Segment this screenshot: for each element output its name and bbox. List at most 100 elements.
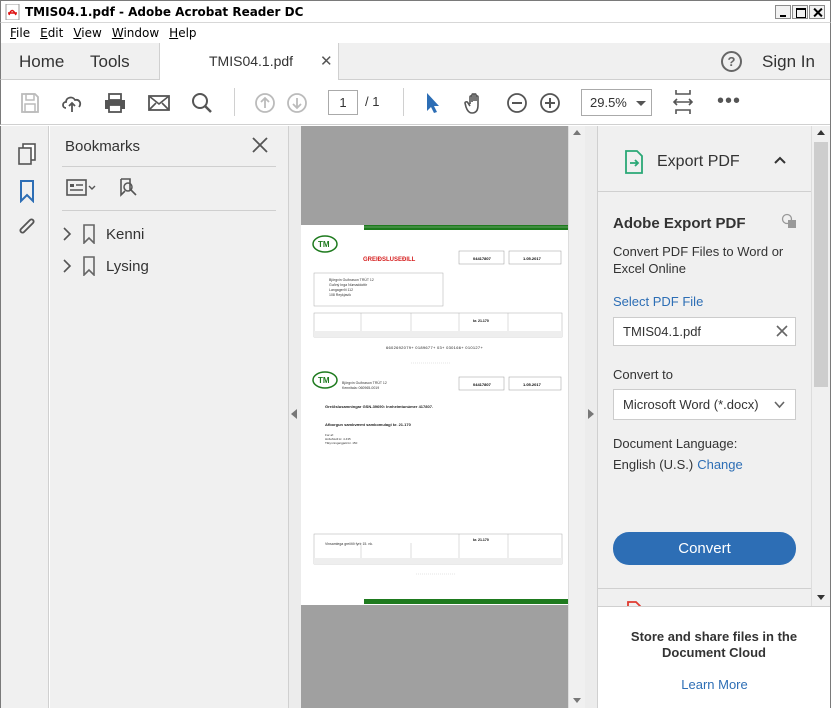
scroll-down-icon[interactable] bbox=[573, 698, 581, 703]
chevron-down-icon bbox=[636, 101, 646, 106]
tab-home[interactable]: Home bbox=[19, 52, 64, 72]
zoom-select[interactable]: 29.5% bbox=[581, 89, 652, 116]
green-bar bbox=[364, 225, 568, 230]
selected-file-name: TMIS04.1.pdf bbox=[623, 324, 702, 339]
bookmarks-title: Bookmarks bbox=[65, 138, 141, 155]
doc-recipient-line: Langagerði 112 bbox=[329, 287, 353, 292]
scroll-down-icon[interactable] bbox=[817, 595, 825, 600]
export-description: Convert PDF Files to Word or Excel Onlin… bbox=[613, 244, 784, 276]
scroll-up-icon[interactable] bbox=[817, 130, 825, 135]
title-bar: TMIS04.1.pdf - Adobe Acrobat Reader DC bbox=[0, 0, 831, 23]
chevron-right-icon[interactable] bbox=[62, 259, 72, 273]
bookmark-options-icon[interactable] bbox=[65, 177, 97, 199]
chevron-right-icon[interactable] bbox=[62, 227, 72, 241]
fit-page-icon[interactable] bbox=[672, 88, 694, 116]
language-label: Document Language: bbox=[613, 436, 738, 451]
page-up-icon[interactable] bbox=[253, 91, 277, 115]
close-window-button[interactable] bbox=[809, 4, 825, 19]
remove-file-icon[interactable] bbox=[776, 325, 788, 337]
export-pdf-pane: Export PDF Adobe Export PDF Convert PDF … bbox=[597, 126, 831, 708]
document-area[interactable]: TM GREIÐSLUSEÐILL 04417807 1.05.2017 Bjö… bbox=[289, 126, 597, 708]
zoom-out-icon[interactable] bbox=[505, 91, 529, 115]
tab-tools[interactable]: Tools bbox=[90, 52, 130, 72]
menu-edit[interactable]: Edit bbox=[35, 26, 68, 40]
pages-icon[interactable] bbox=[16, 142, 38, 166]
doc-second-recipient: Björgvin Guðnason TRÚT 12 bbox=[342, 380, 387, 385]
search-icon[interactable] bbox=[190, 91, 214, 115]
menu-bar: File Edit View Window Help bbox=[0, 23, 831, 43]
bookmark-item[interactable]: Kenni bbox=[62, 223, 144, 245]
doc-recipient-line: Björgvin Guðnason TRÚT 12 bbox=[329, 277, 374, 282]
attachment-icon[interactable] bbox=[16, 215, 38, 239]
doc-amount: kr. 21.170 bbox=[473, 538, 489, 542]
close-tab-icon[interactable]: ✕ bbox=[320, 52, 333, 70]
zoom-in-icon[interactable] bbox=[538, 91, 562, 115]
doc-recipient-line: 108 Reykjavík bbox=[329, 293, 351, 297]
scroll-up-icon[interactable] bbox=[573, 130, 581, 135]
scrollbar-thumb[interactable] bbox=[814, 142, 828, 387]
learn-more-link[interactable]: Learn More bbox=[598, 677, 831, 692]
menu-help[interactable]: Help bbox=[164, 26, 201, 40]
export-pdf-title: Export PDF bbox=[657, 153, 740, 170]
toolbar-separator bbox=[234, 88, 235, 116]
change-language-link[interactable]: Change bbox=[697, 457, 743, 472]
bookmark-label: Kenni bbox=[106, 225, 145, 243]
help-icon[interactable]: ? bbox=[721, 51, 742, 72]
document-scrollbar[interactable] bbox=[568, 126, 585, 708]
tab-bar: Home Tools TMIS04.1.pdf ✕ ? Sign In bbox=[0, 43, 831, 80]
page-number-input[interactable]: 1 bbox=[328, 90, 358, 115]
maximize-button[interactable] bbox=[792, 4, 808, 19]
close-icon[interactable] bbox=[251, 136, 269, 154]
bookmark-icon[interactable] bbox=[16, 179, 38, 203]
doc-header-title: GREIÐSLUSEÐILL bbox=[363, 257, 416, 263]
doc-amount: kr. 21.170 bbox=[473, 319, 489, 323]
export-pdf-header[interactable]: Export PDF bbox=[598, 126, 811, 192]
divider bbox=[598, 588, 811, 589]
doc-barcode-line: 6602692079+ 0189677+ 03+ 030166+ 010127+ bbox=[386, 345, 483, 350]
minimize-button[interactable] bbox=[775, 4, 791, 19]
menu-window[interactable]: Window bbox=[107, 26, 164, 40]
selected-file-field[interactable]: TMIS04.1.pdf bbox=[613, 317, 796, 346]
right-pane-scrollbar[interactable] bbox=[811, 126, 830, 606]
menu-view[interactable]: View bbox=[68, 26, 106, 40]
language-row: English (U.S.) Change bbox=[613, 457, 743, 472]
hand-icon[interactable] bbox=[463, 91, 487, 115]
document-page[interactable]: TM GREIÐSLUSEÐILL 04417807 1.05.2017 Bjö… bbox=[301, 225, 568, 605]
select-cursor-icon[interactable] bbox=[421, 91, 445, 115]
convert-to-label: Convert to bbox=[613, 367, 673, 382]
chevron-up-icon[interactable] bbox=[773, 155, 787, 165]
email-icon[interactable] bbox=[147, 91, 171, 115]
menu-file[interactable]: File bbox=[5, 26, 35, 40]
bookmark-label: Lysing bbox=[106, 257, 149, 275]
tab-document[interactable]: TMIS04.1.pdf ✕ bbox=[159, 43, 339, 80]
convert-button[interactable]: Convert bbox=[613, 532, 796, 565]
page-down-icon[interactable] bbox=[285, 91, 309, 115]
save-icon[interactable] bbox=[18, 91, 42, 115]
divider bbox=[62, 210, 276, 211]
store-share-text: Store and share files in the Document Cl… bbox=[630, 629, 798, 660]
doc-heading: Afborgun samkvæmt samkomulagi kr. 21.170 bbox=[325, 422, 412, 427]
export-subtitle: Adobe Export PDF bbox=[613, 215, 746, 232]
doc-invoice-no: 04417807 bbox=[473, 256, 492, 261]
export-pdf-icon bbox=[625, 150, 643, 174]
toolbar-separator bbox=[403, 88, 404, 116]
sign-in-link[interactable]: Sign In bbox=[762, 52, 815, 72]
document-cloud-promo: Store and share files in the Document Cl… bbox=[598, 606, 831, 708]
chevron-down-icon bbox=[774, 401, 785, 409]
format-select[interactable]: Microsoft Word (*.docx) bbox=[613, 389, 796, 420]
collapse-left-icon[interactable] bbox=[291, 409, 297, 419]
select-pdf-link[interactable]: Select PDF File bbox=[613, 294, 703, 309]
bookmarks-panel: Bookmarks Kenni Lysing bbox=[50, 126, 289, 708]
bookmark-item[interactable]: Lysing bbox=[62, 255, 149, 277]
bookmark-icon bbox=[83, 224, 95, 244]
upload-icon[interactable] bbox=[60, 91, 84, 115]
language-value: English (U.S.) bbox=[613, 457, 694, 472]
print-icon[interactable] bbox=[103, 91, 127, 115]
more-icon[interactable]: ••• bbox=[717, 90, 741, 113]
doc-heading: Greiðslusamningar GSN-39690: Innheimtunú… bbox=[325, 404, 433, 409]
tab-document-label: TMIS04.1.pdf bbox=[209, 53, 294, 69]
expand-right-icon[interactable] bbox=[588, 409, 594, 419]
svg-text:TM: TM bbox=[318, 376, 330, 385]
bookmark-icon bbox=[83, 256, 95, 276]
new-bookmark-icon[interactable] bbox=[117, 177, 141, 199]
